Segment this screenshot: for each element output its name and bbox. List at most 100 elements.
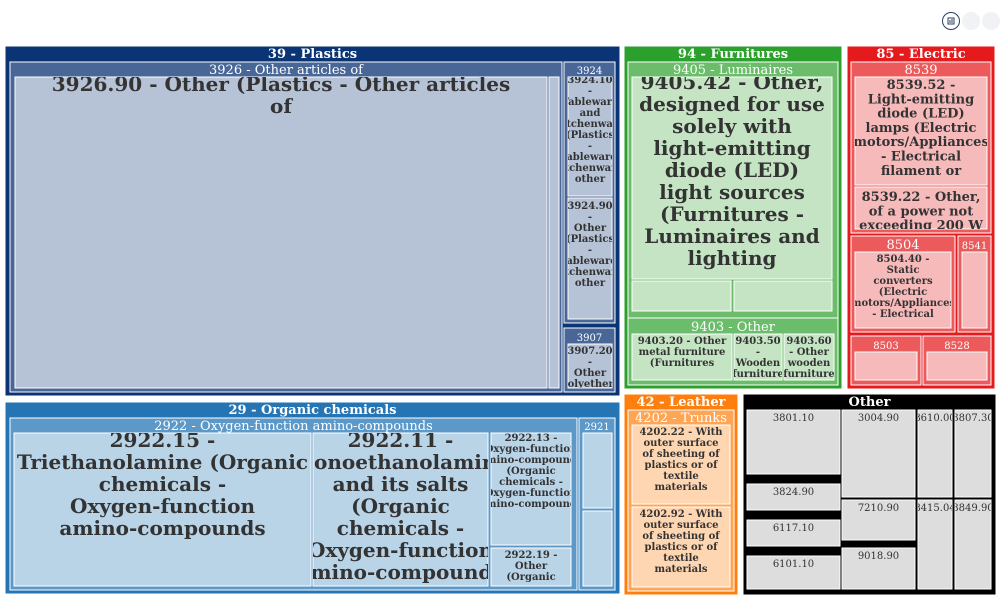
treemap-node-8541-a[interactable] [961,251,988,329]
svg-text:-: - [588,212,592,223]
svg-text:9403.60: 9403.60 [786,336,831,347]
svg-text:3907.20: 3907.20 [567,346,612,357]
treemap-label-other-8415-04: 8415.04 [914,503,955,514]
svg-text:4202.92 - With: 4202.92 - With [639,509,723,520]
svg-text:outer surface: outer surface [643,438,718,449]
svg-text:Tableware,: Tableware, [560,256,620,267]
treemap-chart: 39 - Plastics3926 - Other articles of 392… [4,45,997,596]
svg-text:chemicals -: chemicals - [337,516,464,540]
treemap-label-other-7210-90: 7210.90 [858,503,899,514]
svg-text:outer surface: outer surface [643,520,718,531]
treemap-label-organic: 29 - Organic chemicals [229,403,397,418]
treemap-label-8504: 8504 [886,238,919,253]
svg-text:Wooden: Wooden [735,358,781,369]
treemap-node-3926-small[interactable] [548,76,560,389]
treemap-label-other: Other [849,395,891,410]
svg-text:(Furnitures: (Furnitures [650,358,715,369]
svg-text:Tableware: Tableware [562,97,619,108]
svg-text:Oxygen-function: Oxygen-function [485,488,578,499]
treemap-node-8503-a[interactable] [854,351,918,381]
svg-text:Other: Other [574,223,607,234]
svg-text:plastics or of: plastics or of [645,542,719,553]
svg-text:(Electric: (Electric [879,287,927,298]
svg-text:chemicals -: chemicals - [499,477,563,488]
treemap-label-other-3807-30: 3807.30 [952,413,993,424]
svg-text:metal furniture: metal furniture [639,347,726,358]
treemap-node-2921-b[interactable] [582,510,613,587]
treemap-label-4202: 4202 - Trunks [635,411,727,426]
svg-text:-: - [588,357,592,368]
treemap-node-3926-90[interactable] [14,76,548,389]
svg-text:- Electrical: - Electrical [881,150,961,165]
treemap-node-9405-b[interactable] [631,280,732,312]
treemap-label-8541: 8541 [962,241,987,252]
svg-text:-: - [756,347,760,358]
svg-text:Oxygen-function: Oxygen-function [70,494,256,518]
treemap-label-other-9018-90: 9018.90 [858,551,899,562]
svg-text:textile: textile [663,553,699,564]
svg-text:8539.52 -: 8539.52 - [887,78,956,93]
treemap-node-8528-a[interactable] [926,351,988,381]
svg-text:filament or: filament or [881,164,961,179]
svg-text:Static: Static [887,265,920,276]
svg-text:- Other: - Other [789,347,830,358]
svg-text:-: - [588,86,592,97]
svg-text:amino-compounds: amino-compounds [479,455,582,466]
svg-text:chemicals -: chemicals - [99,472,226,496]
svg-text:plastics or of: plastics or of [645,460,719,471]
svg-text:of: of [270,94,293,118]
svg-text:-: - [588,141,592,152]
svg-text:Triethanolamine (Organic: Triethanolamine (Organic [17,450,308,474]
svg-text:amino-compounds: amino-compounds [297,560,503,584]
svg-text:(Plastics: (Plastics [566,130,615,141]
svg-text:9403.20 - Other: 9403.20 - Other [638,336,727,347]
svg-text:of sheeting of: of sheeting of [642,449,720,460]
svg-text:lighting: lighting [687,246,776,270]
svg-text:wooden: wooden [787,358,831,369]
svg-text:Oxygen-function: Oxygen-function [308,538,494,562]
treemap-label-leather: 42 - Leather [637,395,726,410]
svg-text:motors/Appliances: motors/Appliances [853,135,989,150]
svg-text:designed for use: designed for use [639,92,825,116]
treemap-label-other-3801-10: 3801.10 [773,413,814,424]
treemap-label-other-8610-00: 8610.00 [914,413,955,424]
treemap-node-2921-a[interactable] [582,432,613,509]
treemap-label-3926: 3926 - Other articles of [209,63,364,78]
svg-text:Monoethanolamine: Monoethanolamine [292,450,509,474]
svg-text:Other: Other [515,561,548,572]
svg-text:textile: textile [663,471,699,482]
treemap-node-9405-c[interactable] [733,280,833,312]
svg-text:other: other [575,174,606,185]
svg-text:lamps (Electric: lamps (Electric [866,121,977,136]
svg-text:9403.50: 9403.50 [735,336,780,347]
svg-text:materials: materials [654,564,707,575]
svg-text:diode (LED): diode (LED) [665,158,799,182]
treemap-label-8539: 8539 [904,63,937,78]
treemap-label-other-6101-10: 6101.10 [773,559,814,570]
treemap-label-3907: 3907 [577,333,602,344]
svg-text:Tableware,: Tableware, [560,152,620,163]
svg-text:(Plastics: (Plastics [566,234,615,245]
svg-text:of a power not: of a power not [869,204,973,219]
treemap-label-9403-20: 9403.20 - Othermetal furniture(Furniture… [638,336,727,369]
svg-text:other: other [575,278,606,289]
svg-text:4202.22 - With: 4202.22 - With [639,427,723,438]
treemap-label-other-3824-90: 3824.90 [773,487,814,498]
svg-text:Luminaires and: Luminaires and [644,224,819,248]
treemap-label-9403: 9403 - Other [691,320,776,335]
svg-text:of sheeting of: of sheeting of [642,531,720,542]
svg-text:- Electrical: - Electrical [872,309,934,320]
treemap-label-8528: 8528 [944,341,969,352]
treemap-label-electric: 85 - Electric [876,47,965,62]
svg-text:materials: materials [654,482,707,493]
svg-text:motors/Appliances: motors/Appliances [851,298,956,309]
svg-text:amino-compounds: amino-compounds [59,516,265,540]
treemap-label-furnitures: 94 - Furnitures [678,47,788,62]
treemap-label-other-6117-10: 6117.10 [773,523,814,534]
treemap-label-3924: 3924 [577,66,602,77]
treemap-label-2922: 2922 - Oxygen-function amino-compounds [154,419,433,434]
svg-text:light sources: light sources [659,180,805,204]
svg-text:3924.90: 3924.90 [567,201,612,212]
svg-text:and: and [580,108,601,119]
svg-text:solely with: solely with [672,114,792,138]
